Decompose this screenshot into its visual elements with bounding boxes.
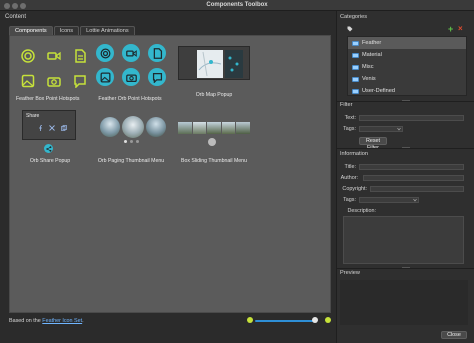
filter-text-input[interactable] [359,115,464,121]
categories-list: Feather Material Misc Venis User-Defined [347,36,467,96]
categories-title: Categories [340,14,368,20]
thumbnail-orb [122,116,144,138]
preview-area [340,280,468,325]
video-icon [46,48,61,63]
info-author-label: Author: [340,175,358,181]
component-feather-orb-point-hotspots[interactable]: Feather Orb Point Hotspots [90,42,170,102]
filter-tags-select[interactable] [359,126,403,132]
paging-dots [120,140,142,146]
folder-icon [352,64,359,70]
message-icon [148,68,166,86]
category-label: Misc [362,64,374,70]
chevron-down-icon [413,198,417,202]
component-label: Box Sliding Thumbnail Menu [181,158,247,164]
add-category-icon[interactable]: + [448,25,453,34]
camera-icon [46,73,61,88]
component-feather-box-point-hotspots[interactable]: Feather Box Point Hotspots [16,44,86,102]
zoom-slider-track[interactable] [255,320,316,322]
category-label: Venis [362,76,376,82]
target-icon [20,48,35,63]
footer-attribution: Based on the Feather Icon Set. [9,318,84,324]
component-label: Orb Paging Thumbnail Menu [97,158,165,164]
zoom-in-icon[interactable] [325,317,331,323]
window-title: Components Toolbox [206,2,268,8]
category-user-defined[interactable]: User-Defined [348,85,466,97]
slider-handle-icon [208,138,216,146]
thumbnail-orb [146,117,166,137]
sliding-thumbnail-strip [178,122,250,134]
message-icon [72,73,87,88]
info-description-field[interactable] [343,216,464,264]
info-tags-field[interactable] [359,197,419,203]
component-box-sliding-thumbnail-menu[interactable]: Box Sliding Thumbnail Menu [176,118,252,166]
info-author-field[interactable] [363,175,464,181]
folder-icon [352,40,359,46]
target-icon [96,44,114,62]
info-description-label: Description: [347,208,376,214]
divider [336,148,474,149]
thumbnail-orb [100,117,120,137]
component-label: Orb Share Popup [29,158,71,164]
photo-image [225,50,243,78]
footer-suffix: . [82,318,84,324]
title-bar: Components Toolbox [0,0,474,11]
category-label: Feather [362,40,382,46]
category-feather[interactable]: Feather [348,37,466,49]
component-label: Feather Box Point Hotspots [16,96,80,102]
filter-title: Filter [340,102,353,108]
info-title-field[interactable] [359,164,464,170]
chevron-down-icon [397,127,401,131]
preview-title: Preview [340,270,360,276]
zoom-out-icon[interactable] [247,317,253,323]
share-icon [44,144,53,153]
category-label: Material [362,52,382,58]
component-label: Orb Map Popup [195,92,233,98]
filter-text-label: Text: [344,115,356,121]
category-label: User-Defined [362,88,395,94]
facebook-icon [39,125,43,131]
information-title: Information [340,151,368,157]
footer-prefix: Based on the [9,318,43,324]
folder-icon [352,76,359,82]
map-image [197,50,223,78]
folder-icon [352,88,359,94]
file-text-icon [72,48,87,63]
share-popup-thumbnail: Share [22,110,76,140]
video-icon [122,44,140,62]
component-orb-share-popup[interactable]: Share Orb Share Popup [22,110,78,166]
info-tags-label: Tags: [343,197,356,203]
copy-icon [61,125,67,131]
components-grid: Feather Box Point Hotspots Feather Orb P… [9,35,331,313]
remove-category-icon[interactable]: × [458,25,463,33]
info-copyright-field[interactable] [370,186,464,192]
component-orb-paging-thumbnail-menu[interactable]: Orb Paging Thumbnail Menu [94,112,168,166]
filter-tags-label: Tags: [343,126,356,132]
close-button[interactable]: Close [441,331,467,339]
component-orb-map-popup[interactable]: Orb Map Popup [176,44,252,102]
divider [336,268,474,269]
zoom-slider-knob[interactable] [312,317,318,323]
feather-icon-set-link[interactable]: Feather Icon Set [42,318,82,324]
reset-filter-button[interactable]: Reset Filter [359,137,387,151]
camera-icon [122,68,140,86]
image-icon [96,68,114,86]
folder-icon [352,52,359,58]
info-copyright-label: Copyright: [342,186,367,192]
map-popup-thumbnail [178,46,250,80]
info-title-label: Title: [344,164,356,170]
category-material[interactable]: Material [348,49,466,61]
image-icon [20,73,35,88]
x-icon [49,125,55,131]
content-label: Content [5,14,27,20]
tag-icon[interactable] [347,26,353,32]
divider [336,101,474,102]
file-text-icon [148,44,166,62]
share-popup-title: Share [26,113,40,119]
category-misc[interactable]: Misc [348,61,466,73]
category-venis[interactable]: Venis [348,73,466,85]
component-label: Feather Orb Point Hotspots [98,96,162,102]
